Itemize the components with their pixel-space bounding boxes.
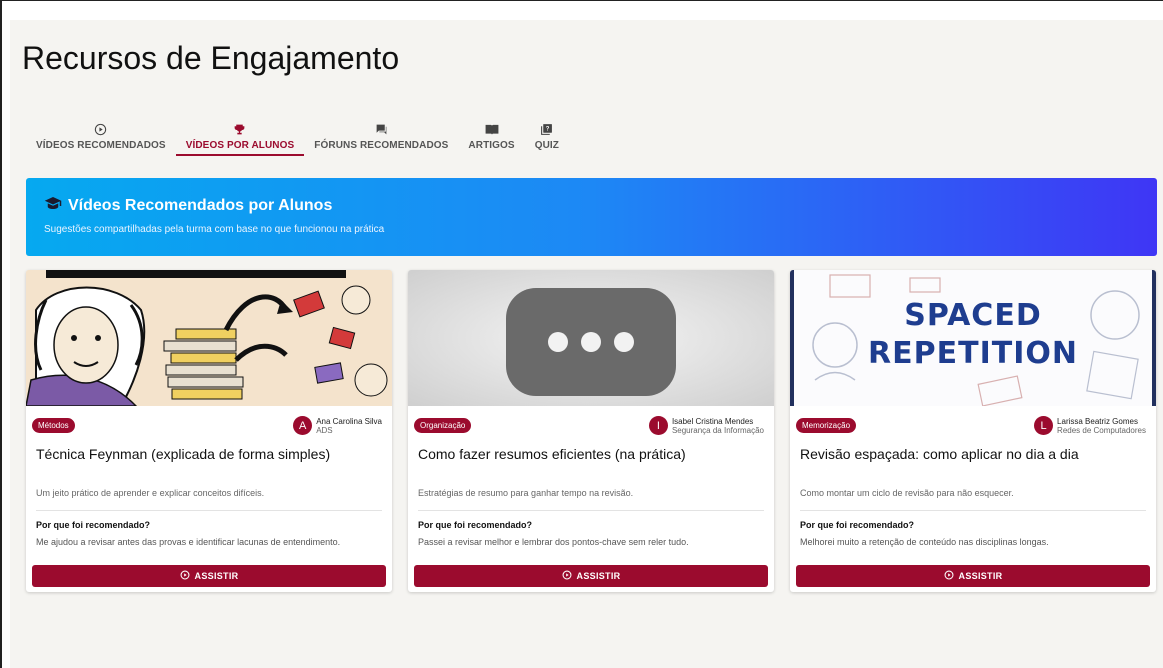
card-meta: Métodos A Ana Carolina Silva ADS [32, 416, 382, 438]
tab-foruns-recomendados[interactable]: FÓRUNS RECOMENDADOS [304, 120, 458, 156]
author-name: Isabel Cristina Mendes [671, 416, 754, 426]
tab-artigos[interactable]: ARTIGOS [458, 120, 524, 156]
tab-videos-recomendados[interactable]: VÍDEOS RECOMENDADOS [26, 120, 176, 156]
play-circle-icon [944, 570, 954, 582]
card-description: Como montar um ciclo de revisão para não… [800, 488, 1014, 498]
card-description: Um jeito prático de aprender e explicar … [36, 488, 265, 498]
thumbnail-text: REPETITION [868, 336, 1078, 371]
tab-videos-por-alunos[interactable]: VÍDEOS POR ALUNOS [175, 120, 305, 156]
author-course: Redes de Computadores [1057, 425, 1146, 435]
banner-subtitle: Sugestões compartilhadas pela turma com … [44, 224, 385, 235]
svg-text:?: ? [546, 126, 550, 132]
play-circle-icon [562, 570, 572, 582]
author-info: A Ana Carolina Silva ADS [293, 416, 382, 435]
watch-button[interactable]: ASSISTIR [32, 565, 386, 587]
banner-title-row: Vídeos Recomendados por Alunos [44, 196, 332, 215]
card-meta: Memorização L Larissa Beatriz Gomes Rede… [796, 416, 1146, 438]
category-chip: Métodos [32, 418, 75, 433]
trophy-icon [233, 120, 246, 138]
watch-button-label: ASSISTIR [958, 571, 1003, 581]
quiz-icon: ? [540, 120, 553, 138]
tab-label: ARTIGOS [468, 140, 515, 151]
author-name: Larissa Beatriz Gomes [1057, 416, 1138, 426]
play-circle-icon [180, 570, 190, 582]
why-text: Passei a revisar melhor e lembrar dos po… [418, 537, 689, 547]
play-circle-icon [94, 120, 107, 138]
book-icon [485, 120, 499, 138]
tab-label: VÍDEOS POR ALUNOS [185, 140, 295, 151]
page-title: Recursos de Engajamento [22, 40, 400, 76]
category-chip: Organização [414, 418, 472, 433]
why-text: Melhorei muito a retenção de conteúdo na… [800, 537, 1049, 547]
tab-quiz[interactable]: ? QUIZ [525, 120, 569, 156]
watch-button-label: ASSISTIR [194, 571, 239, 581]
card-meta: Organização I Isabel Cristina Mendes Seg… [414, 416, 764, 438]
divider [418, 510, 764, 511]
card-title: Como fazer resumos eficientes (na prátic… [418, 446, 686, 462]
tab-label: FÓRUNS RECOMENDADOS [314, 140, 449, 151]
video-thumbnail[interactable] [408, 270, 774, 406]
video-card: SPACED REPETITION Memorização L Larissa … [790, 270, 1156, 592]
why-label: Por que foi recomendado? [36, 520, 151, 530]
card-title: Técnica Feynman (explicada de forma simp… [36, 446, 331, 462]
avatar: L [1034, 416, 1054, 435]
author-name: Ana Carolina Silva [316, 416, 382, 426]
page: Recursos de Engajamento VÍDEOS RECOMENDA… [10, 20, 1163, 668]
video-thumbnail[interactable]: SPACED REPETITION [790, 270, 1156, 406]
thumbnail-text: SPACED [904, 298, 1042, 333]
video-thumbnail[interactable] [26, 270, 392, 406]
avatar: I [648, 416, 668, 435]
watch-button-label: ASSISTIR [576, 571, 621, 581]
divider [36, 510, 382, 511]
author-info: I Isabel Cristina Mendes Segurança da In… [648, 416, 764, 435]
tab-label: VÍDEOS RECOMENDADOS [36, 140, 166, 151]
avatar: A [293, 416, 313, 435]
card-title: Revisão espaçada: como aplicar no dia a … [800, 446, 1079, 462]
info-banner: Vídeos Recomendados por Alunos Sugestões… [26, 178, 1157, 256]
card-grid: Métodos A Ana Carolina Silva ADS Técnica… [26, 270, 1156, 592]
graduation-cap-icon [44, 196, 62, 215]
author-course: Segurança da Informação [671, 425, 764, 435]
category-chip: Memorização [796, 418, 857, 433]
watch-button[interactable]: ASSISTIR [414, 565, 768, 587]
why-label: Por que foi recomendado? [800, 520, 915, 530]
watch-button[interactable]: ASSISTIR [796, 565, 1150, 587]
banner-title: Vídeos Recomendados por Alunos [68, 196, 333, 214]
tab-bar: VÍDEOS RECOMENDADOS VÍDEOS POR ALUNOS FÓ… [26, 120, 569, 160]
video-card: Métodos A Ana Carolina Silva ADS Técnica… [26, 270, 392, 592]
video-card: Organização I Isabel Cristina Mendes Seg… [408, 270, 774, 592]
why-label: Por que foi recomendado? [418, 520, 533, 530]
divider [800, 510, 1146, 511]
forum-icon [375, 120, 388, 138]
why-text: Me ajudou a revisar antes das provas e i… [36, 537, 341, 547]
tab-label: QUIZ [534, 140, 559, 151]
author-course: ADS [316, 425, 333, 435]
card-description: Estratégias de resumo para ganhar tempo … [418, 488, 634, 498]
author-info: L Larissa Beatriz Gomes Redes de Computa… [1034, 416, 1146, 435]
